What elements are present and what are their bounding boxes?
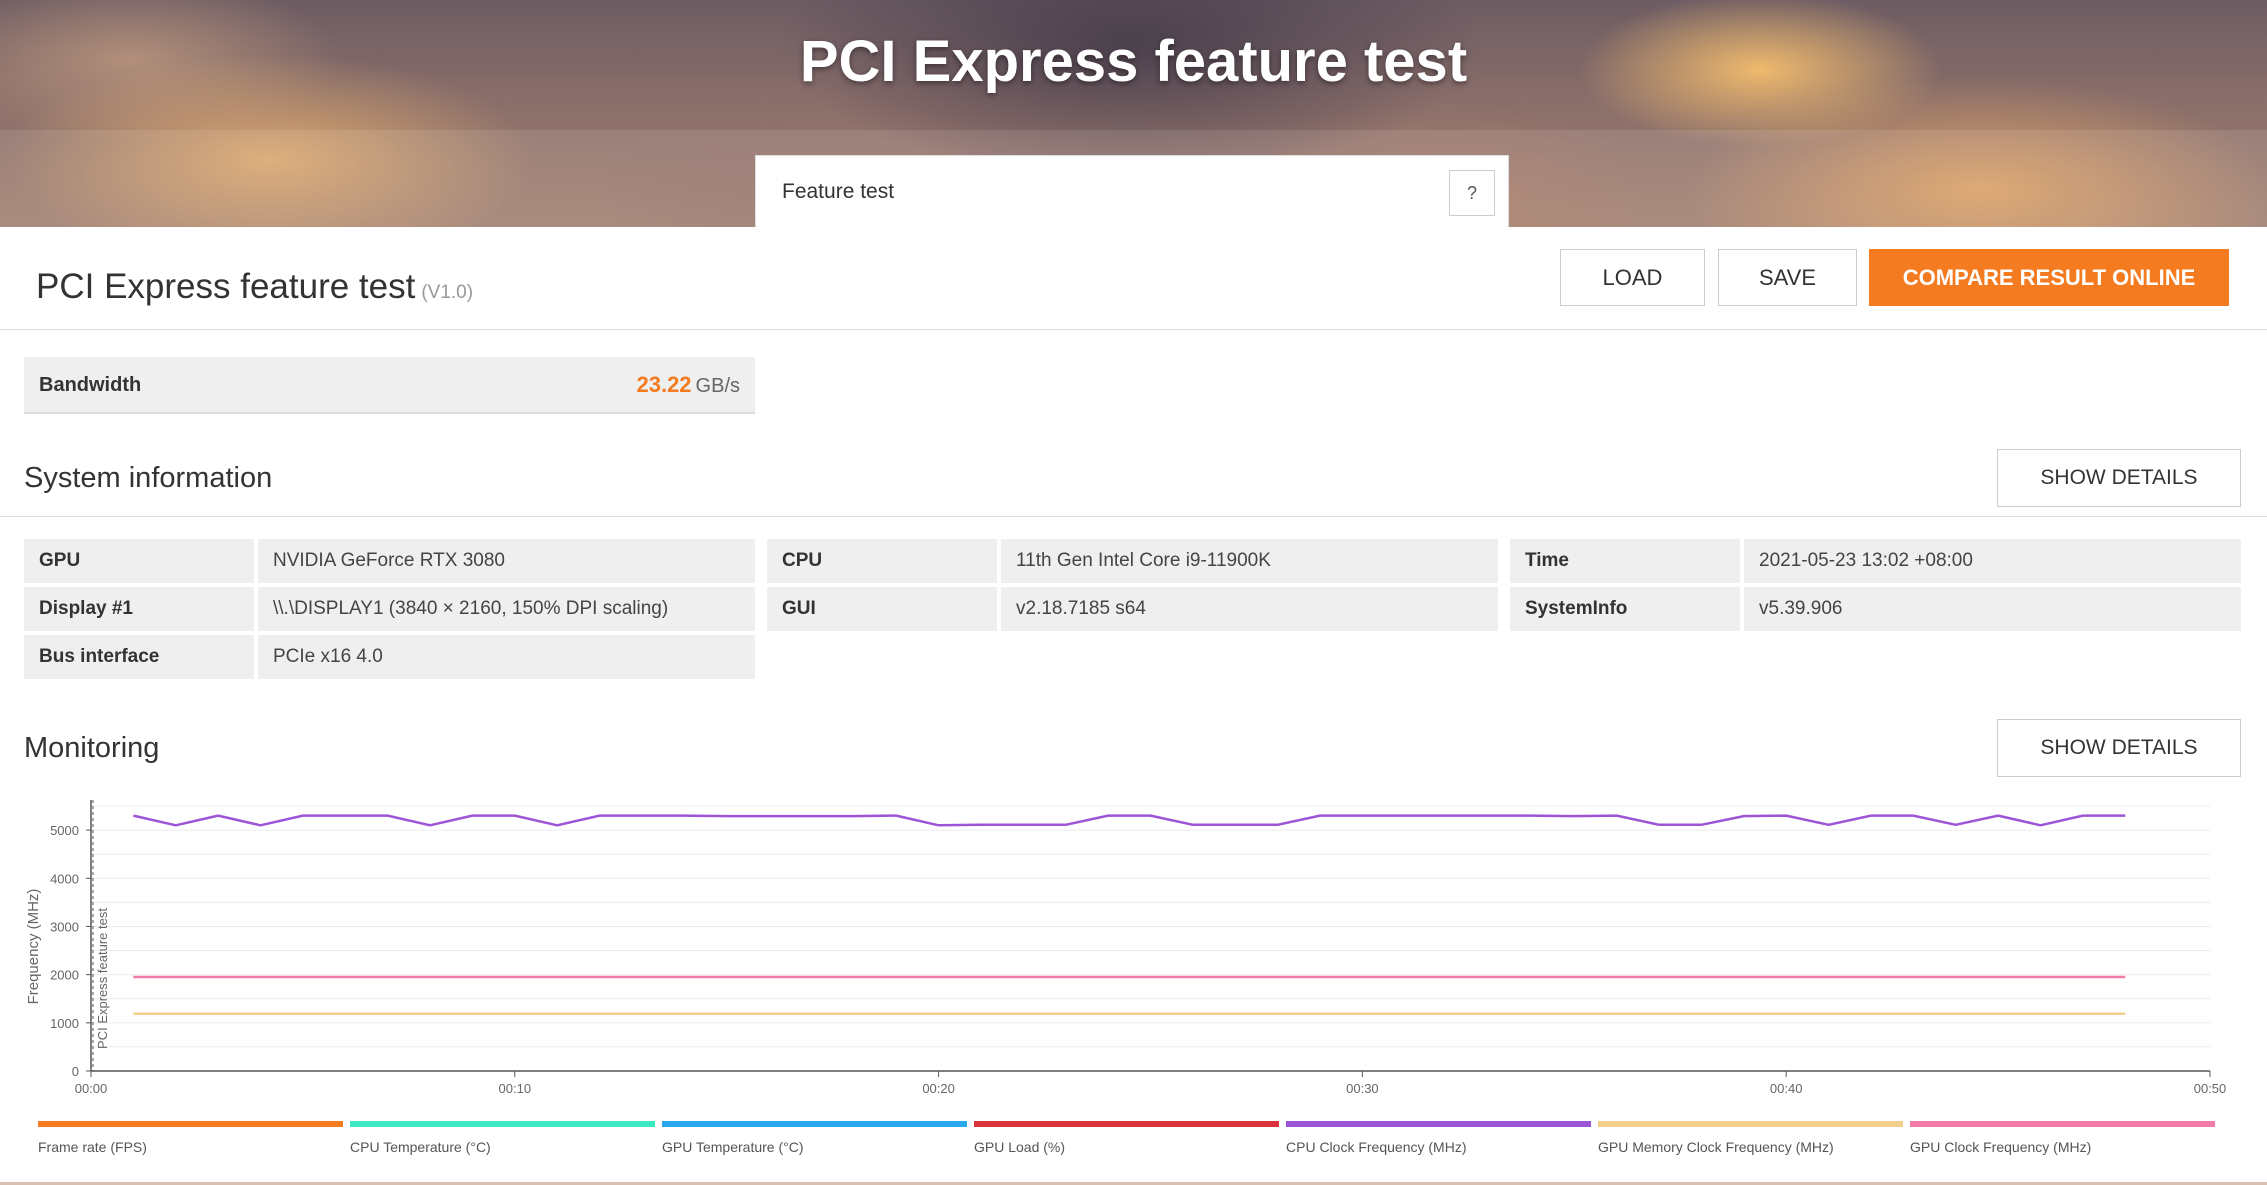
load-button[interactable]: LOAD xyxy=(1560,249,1705,306)
phase-label: PCI Express feature test xyxy=(95,908,110,1049)
y-axis-label: Frequency (MHz) xyxy=(25,889,42,1005)
legend-label: GPU Load (%) xyxy=(974,1139,1066,1155)
legend-item[interactable]: GPU Clock Frequency (MHz) xyxy=(1910,1121,2215,1161)
save-button[interactable]: SAVE xyxy=(1718,249,1857,306)
x-tick-label: 00:10 xyxy=(499,1081,532,1096)
bandwidth-label: Bandwidth xyxy=(39,374,142,396)
monitoring-show-details-button[interactable]: SHOW DETAILS xyxy=(1997,719,2241,777)
legend-item[interactable]: CPU Clock Frequency (MHz) xyxy=(1286,1121,1591,1161)
bandwidth-value: 23.22 xyxy=(636,372,692,397)
y-tick-label: 3000 xyxy=(50,919,79,934)
monitoring-title: Monitoring xyxy=(24,732,160,764)
legend-color-bar xyxy=(974,1121,1279,1127)
legend-color-bar xyxy=(1910,1121,2215,1127)
legend-color-bar xyxy=(38,1121,343,1127)
test-selector-label: Feature test xyxy=(782,180,895,203)
compare-result-online-button[interactable]: COMPARE RESULT ONLINE xyxy=(1869,249,2229,306)
info-value-gui: v2.18.7185 s64 xyxy=(1001,587,1498,631)
x-tick-label: 00:50 xyxy=(2194,1081,2227,1096)
info-key-gpu: GPU xyxy=(24,539,254,583)
legend-label: CPU Temperature (°C) xyxy=(350,1139,491,1155)
test-selector[interactable]: Feature test ? xyxy=(755,155,1509,227)
y-tick-label: 0 xyxy=(72,1064,79,1079)
info-value-gpu: NVIDIA GeForce RTX 3080 xyxy=(258,539,755,583)
info-key-bus-interface: Bus interface xyxy=(24,635,254,679)
y-tick-label: 1000 xyxy=(50,1016,79,1031)
legend-label: GPU Memory Clock Frequency (MHz) xyxy=(1598,1139,1834,1155)
result-title-text: PCI Express feature test xyxy=(36,267,416,306)
info-value-display: \\.\DISPLAY1 (3840 × 2160, 150% DPI scal… xyxy=(258,587,755,631)
bandwidth-unit: GB/s xyxy=(695,375,740,397)
help-button[interactable]: ? xyxy=(1449,170,1495,216)
hero-banner: PCI Express feature test Feature test ? xyxy=(0,0,2267,227)
system-info-show-details-button[interactable]: SHOW DETAILS xyxy=(1997,449,2241,507)
y-tick-label: 5000 xyxy=(50,823,79,838)
info-value-cpu: 11th Gen Intel Core i9-11900K xyxy=(1001,539,1498,583)
legend-color-bar xyxy=(350,1121,655,1127)
legend-item[interactable]: Frame rate (FPS) xyxy=(38,1121,343,1161)
info-key-display: Display #1 xyxy=(24,587,254,631)
result-title: PCI Express feature test (V1.0) xyxy=(36,267,473,307)
system-information-title: System information xyxy=(24,462,273,494)
info-key-cpu: CPU xyxy=(767,539,997,583)
legend-color-bar xyxy=(662,1121,967,1127)
legend-item[interactable]: GPU Temperature (°C) xyxy=(662,1121,967,1161)
x-tick-label: 00:30 xyxy=(1346,1081,1379,1096)
series-line-cpu-clock-frequency-mhz xyxy=(133,814,2126,827)
info-value-systeminfo: v5.39.906 xyxy=(1744,587,2241,631)
bandwidth-score: Bandwidth 23.22 GB/s xyxy=(24,357,755,414)
bandwidth-value-wrap: 23.22 GB/s xyxy=(636,372,740,398)
x-tick-label: 00:20 xyxy=(922,1081,955,1096)
y-tick-label: 2000 xyxy=(50,968,79,983)
monitoring-chart: PCI Express feature test 0 1000 2000 3000 400… xyxy=(25,800,2227,1096)
legend-label: GPU Temperature (°C) xyxy=(662,1139,804,1155)
legend-label: Frame rate (FPS) xyxy=(38,1139,147,1155)
info-value-bus-interface: PCIe x16 4.0 xyxy=(258,635,755,679)
result-header: PCI Express feature test (V1.0) LOAD SAVE… xyxy=(0,227,2267,330)
info-key-time: Time xyxy=(1510,539,1740,583)
info-key-gui: GUI xyxy=(767,587,997,631)
info-value-time: 2021-05-23 13:02 +08:00 xyxy=(1744,539,2241,583)
legend-item[interactable]: CPU Temperature (°C) xyxy=(350,1121,655,1161)
result-version: (V1.0) xyxy=(421,282,474,303)
legend-label: CPU Clock Frequency (MHz) xyxy=(1286,1139,1467,1155)
legend-item[interactable]: GPU Load (%) xyxy=(974,1121,1279,1161)
x-tick-label: 00:40 xyxy=(1770,1081,1803,1096)
legend-color-bar xyxy=(1286,1121,1591,1127)
legend-label: GPU Clock Frequency (MHz) xyxy=(1910,1139,2092,1155)
page-title: PCI Express feature test xyxy=(799,29,1468,94)
legend-item[interactable]: GPU Memory Clock Frequency (MHz) xyxy=(1598,1121,1903,1161)
section-divider xyxy=(0,516,2267,517)
info-key-systeminfo: SystemInfo xyxy=(1510,587,1740,631)
y-tick-label: 4000 xyxy=(50,871,79,886)
x-tick-label: 00:00 xyxy=(75,1081,108,1096)
legend-color-bar xyxy=(1598,1121,1903,1127)
